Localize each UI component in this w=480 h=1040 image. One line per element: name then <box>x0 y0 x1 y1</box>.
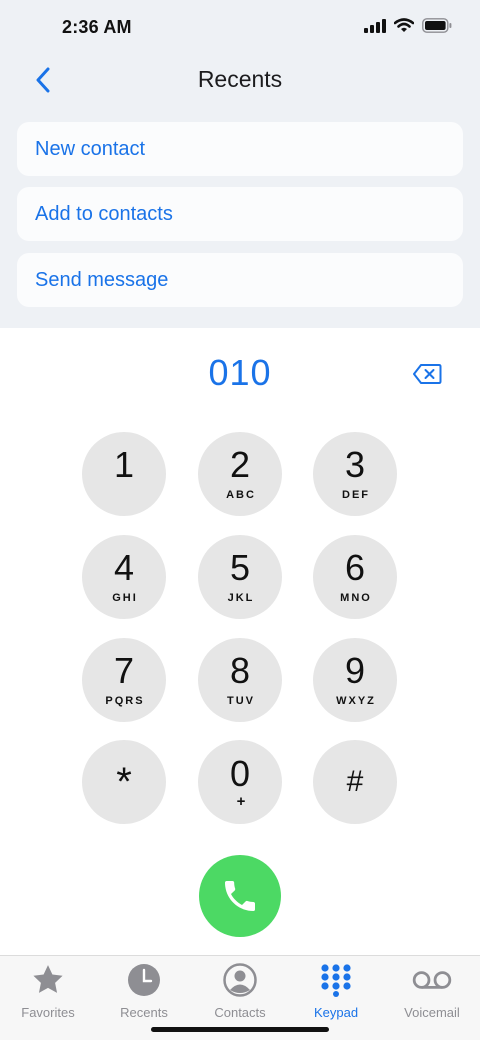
key-digit: 6 <box>344 547 366 588</box>
voicemail-icon <box>412 962 452 998</box>
key-8[interactable]: 8 TUV <box>198 638 282 722</box>
backspace-button[interactable] <box>412 362 442 386</box>
key-letters: JKL <box>227 592 255 604</box>
key-letters <box>123 489 125 501</box>
star-icon <box>28 962 68 998</box>
key-0[interactable]: 0 + <box>198 740 282 824</box>
key-3[interactable]: 3 DEF <box>313 432 397 516</box>
status-bar: 2:36 AM <box>0 0 480 56</box>
backspace-icon <box>413 364 442 384</box>
key-letters: WXYZ <box>336 695 376 707</box>
key-digit: 1 <box>113 444 135 485</box>
key-1[interactable]: 1 <box>82 432 166 516</box>
tab-favorites[interactable]: Favorites <box>0 962 96 1022</box>
keypad-grid-icon <box>316 962 356 998</box>
tab-keypad[interactable]: Keypad <box>288 962 384 1022</box>
key-digit: 4 <box>113 547 135 588</box>
key-digit: 8 <box>229 650 251 691</box>
tab-recents[interactable]: Recents <box>96 962 192 1022</box>
clock-icon <box>124 962 164 998</box>
key-letters: PQRS <box>105 695 145 707</box>
key-letters: + <box>236 793 246 810</box>
status-icons <box>364 18 452 33</box>
new-contact-button[interactable]: New contact <box>17 122 463 176</box>
key-digit: 0 <box>229 753 251 794</box>
key-hash[interactable]: # <box>313 740 397 824</box>
key-9[interactable]: 9 WXYZ <box>313 638 397 722</box>
call-button[interactable] <box>199 855 281 937</box>
key-star[interactable]: * <box>82 740 166 824</box>
dialed-number: 010 <box>208 352 272 393</box>
battery-icon <box>422 18 452 33</box>
tab-voicemail[interactable]: Voicemail <box>384 962 480 1022</box>
key-letters: ABC <box>226 489 256 501</box>
tab-label: Voicemail <box>404 1005 460 1020</box>
key-digit: # <box>346 765 364 798</box>
page-title: Recents <box>197 66 283 92</box>
key-5[interactable]: 5 JKL <box>198 535 282 619</box>
key-digit: 3 <box>344 444 366 485</box>
key-2[interactable]: 2 ABC <box>198 432 282 516</box>
key-7[interactable]: 7 PQRS <box>82 638 166 722</box>
add-to-contacts-button[interactable]: Add to contacts <box>17 187 463 241</box>
phone-icon <box>225 881 255 911</box>
key-letters: TUV <box>227 695 255 707</box>
key-digit: 5 <box>229 547 251 588</box>
key-digit: 7 <box>113 650 135 691</box>
key-letters: MNO <box>340 592 372 604</box>
key-letters: GHI <box>112 592 138 604</box>
signal-icon <box>364 18 386 33</box>
status-time: 2:36 AM <box>62 17 132 37</box>
key-digit: 2 <box>229 444 251 485</box>
key-4[interactable]: 4 GHI <box>82 535 166 619</box>
home-indicator <box>151 1027 329 1032</box>
key-digit: * <box>116 760 132 804</box>
tab-label: Contacts <box>214 1005 266 1020</box>
key-6[interactable]: 6 MNO <box>313 535 397 619</box>
tab-label: Recents <box>120 1005 168 1020</box>
key-letters: DEF <box>342 489 370 501</box>
tab-contacts[interactable]: Contacts <box>192 962 288 1022</box>
tab-label: Keypad <box>313 1005 359 1020</box>
key-digit: 9 <box>344 650 366 691</box>
person-circle-icon <box>220 962 260 998</box>
nav-bar: Recents <box>0 56 480 106</box>
send-message-button[interactable]: Send message <box>17 253 463 307</box>
tab-label: Favorites <box>21 1005 75 1020</box>
wifi-icon <box>394 18 414 32</box>
